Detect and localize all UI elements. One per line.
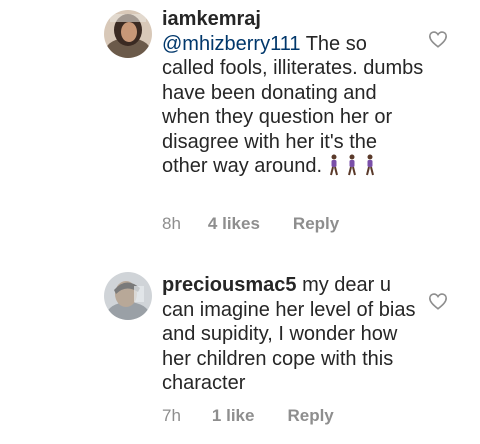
like-button[interactable] <box>428 30 448 48</box>
person-walking-icon <box>366 154 375 176</box>
person-walking-icon <box>330 154 339 176</box>
like-button[interactable] <box>428 292 448 310</box>
person-walking-icon <box>348 154 357 176</box>
comment-mention[interactable]: @mhizberry111 <box>162 33 301 55</box>
emoji-row <box>328 154 382 183</box>
comment-body: iamkemraj @mhizberry111 The so called fo… <box>162 7 424 183</box>
comment-username[interactable]: iamkemraj <box>162 8 261 30</box>
avatar[interactable] <box>104 10 152 58</box>
comment-time: 8h <box>162 214 181 233</box>
comment-likes[interactable]: 4 likes <box>208 214 260 234</box>
reply-button[interactable]: Reply <box>293 214 339 234</box>
comment-meta: 7h 1 like Reply <box>162 406 334 426</box>
comment-meta: 8h 4 likes Reply <box>162 214 339 234</box>
avatar-photo-icon <box>104 272 152 320</box>
reply-button[interactable]: Reply <box>287 406 333 426</box>
avatar-photo-icon <box>104 10 152 58</box>
comment-time: 7h <box>162 406 181 425</box>
heart-outline-icon <box>428 31 448 48</box>
comment-username[interactable]: preciousmac5 <box>162 274 297 296</box>
avatar[interactable] <box>104 272 152 320</box>
comment-body: preciousmac5 my dear u can imagine her l… <box>162 273 424 396</box>
heart-outline-icon <box>428 293 448 310</box>
comment-likes[interactable]: 1 like <box>212 406 255 426</box>
